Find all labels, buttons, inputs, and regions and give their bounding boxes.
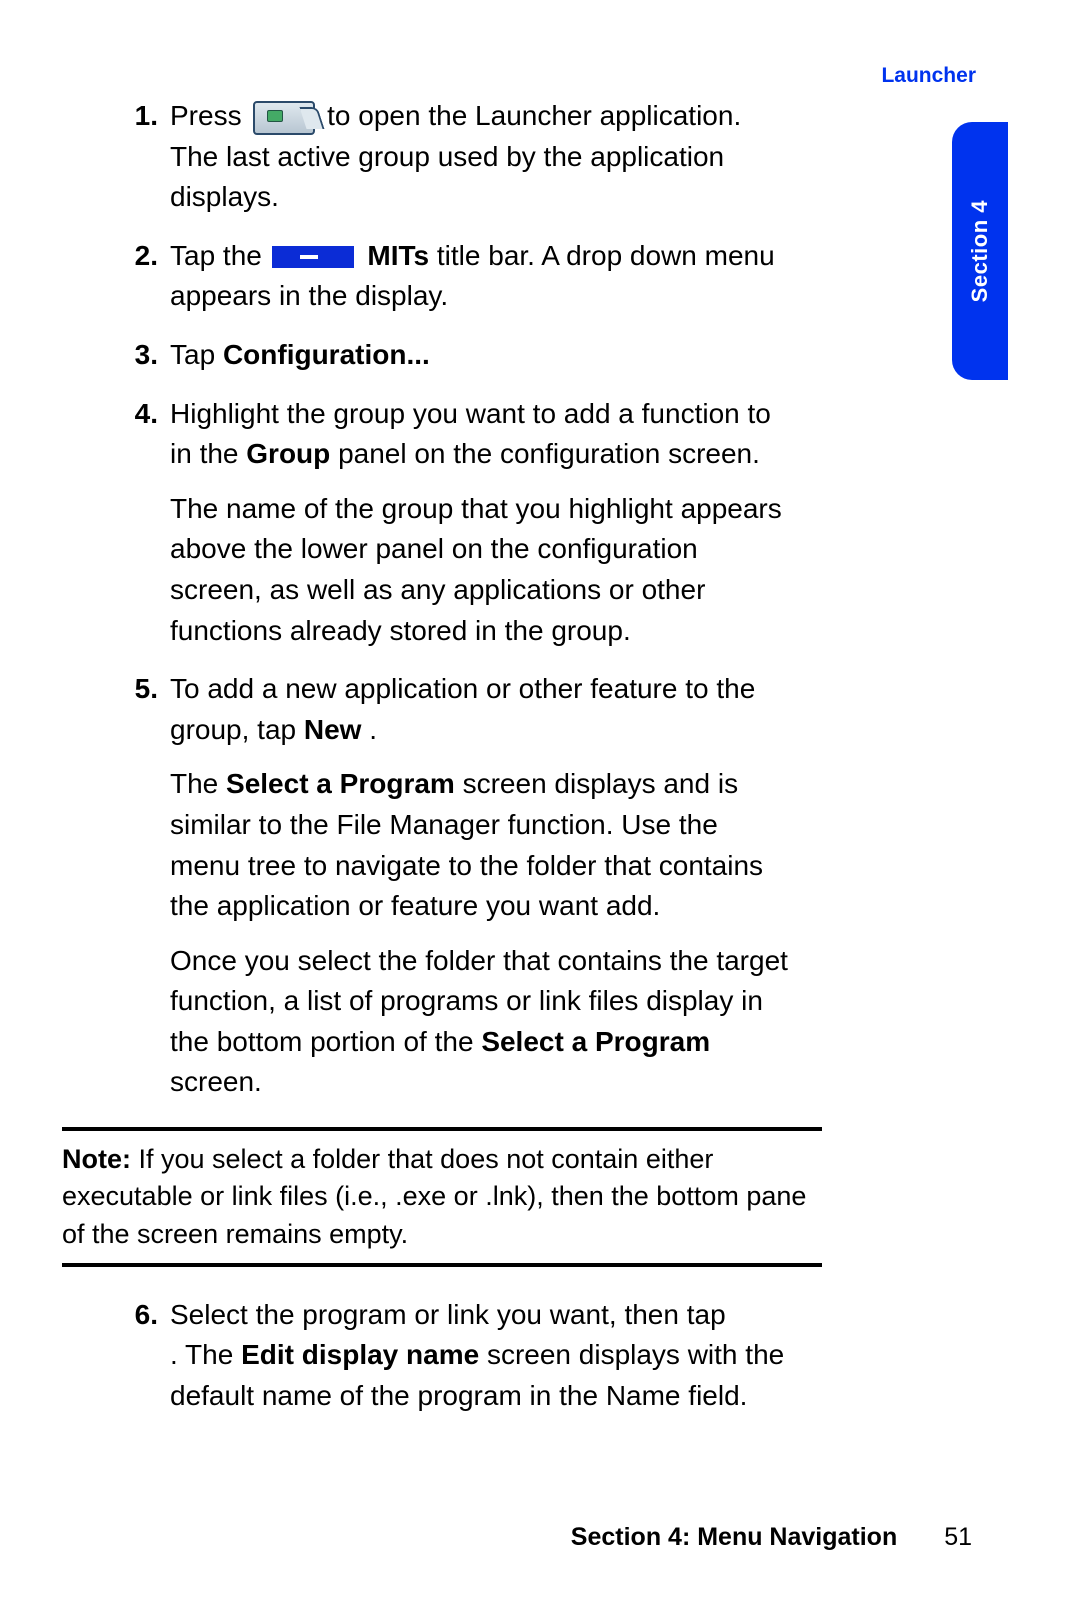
step5-p1a: To add a new application or other featur…	[170, 673, 755, 745]
step6-p1a: Select the program or link you want, the…	[170, 1299, 733, 1330]
step-number: 1.	[110, 96, 170, 218]
step5-p1c: .	[369, 714, 377, 745]
step-body: Select the program or link you want, the…	[170, 1295, 790, 1417]
step-4: 4. Highlight the group you want to add a…	[110, 394, 790, 652]
note-block: Note: If you select a folder that does n…	[62, 1127, 822, 1267]
step2-text-a: Tap the	[170, 240, 270, 271]
step-number: 4.	[110, 394, 170, 652]
step5-p3c: screen.	[170, 1066, 262, 1097]
step-5: 5. To add a new application or other fea…	[110, 669, 790, 1103]
step5-select-a-program-bold: Select a Program	[226, 768, 455, 799]
step-1: 1. Press to open the Launcher applicatio…	[110, 96, 790, 218]
step2-mits-bold: MITs	[367, 240, 429, 271]
step5-select-a-program-bold-2: Select a Program	[481, 1026, 710, 1057]
footer-page-number: 51	[944, 1523, 972, 1552]
step-body: Press to open the Launcher application. …	[170, 96, 790, 218]
step6-edit-display-name-bold: Edit display name	[241, 1339, 479, 1370]
section-side-tab: Section 4	[952, 122, 1008, 380]
step-number: 2.	[110, 236, 170, 317]
step3-text-a: Tap	[170, 339, 223, 370]
section-side-tab-label: Section 4	[967, 200, 993, 302]
step-3: 3. Tap Configuration...	[110, 335, 790, 376]
step-2: 2. Tap the MITs title bar. A drop down m…	[110, 236, 790, 317]
step-body: Tap Configuration...	[170, 335, 790, 376]
step4-p1c: panel on the configuration screen.	[338, 438, 760, 469]
instruction-list: 1. Press to open the Launcher applicatio…	[110, 96, 790, 1103]
step-number: 5.	[110, 669, 170, 1103]
step6-p1b: . The	[170, 1339, 241, 1370]
step-body: Highlight the group you want to add a fu…	[170, 394, 790, 652]
step-6: 6. Select the program or link you want, …	[110, 1295, 790, 1417]
note-label: Note:	[62, 1144, 139, 1174]
instruction-content: 1. Press to open the Launcher applicatio…	[110, 96, 790, 1417]
step-number: 3.	[110, 335, 170, 376]
step5-new-bold: New	[304, 714, 362, 745]
step5-p2a: The	[170, 768, 226, 799]
instruction-list-continued: 6. Select the program or link you want, …	[110, 1295, 790, 1417]
step4-group-bold: Group	[246, 438, 330, 469]
page-footer: Section 4: Menu Navigation 51	[571, 1523, 972, 1552]
note-text: If you select a folder that does not con…	[62, 1144, 806, 1249]
step3-configuration-bold: Configuration...	[223, 339, 430, 370]
header-topic-label: Launcher	[881, 64, 976, 88]
step-body: Tap the MITs title bar. A drop down menu…	[170, 236, 790, 317]
footer-section-label: Section 4: Menu Navigation	[571, 1523, 897, 1551]
mits-titlebar-icon	[272, 246, 354, 268]
step-body: To add a new application or other featur…	[170, 669, 790, 1103]
step1-text-a: Press	[170, 100, 249, 131]
step-number: 6.	[110, 1295, 170, 1417]
step6-missing-icon-gap	[733, 1299, 780, 1330]
step4-p2: The name of the group that you highlight…	[170, 489, 790, 651]
manual-page: Launcher Section 4 1. Press to open the …	[0, 0, 1080, 1622]
launcher-button-icon	[253, 101, 315, 135]
